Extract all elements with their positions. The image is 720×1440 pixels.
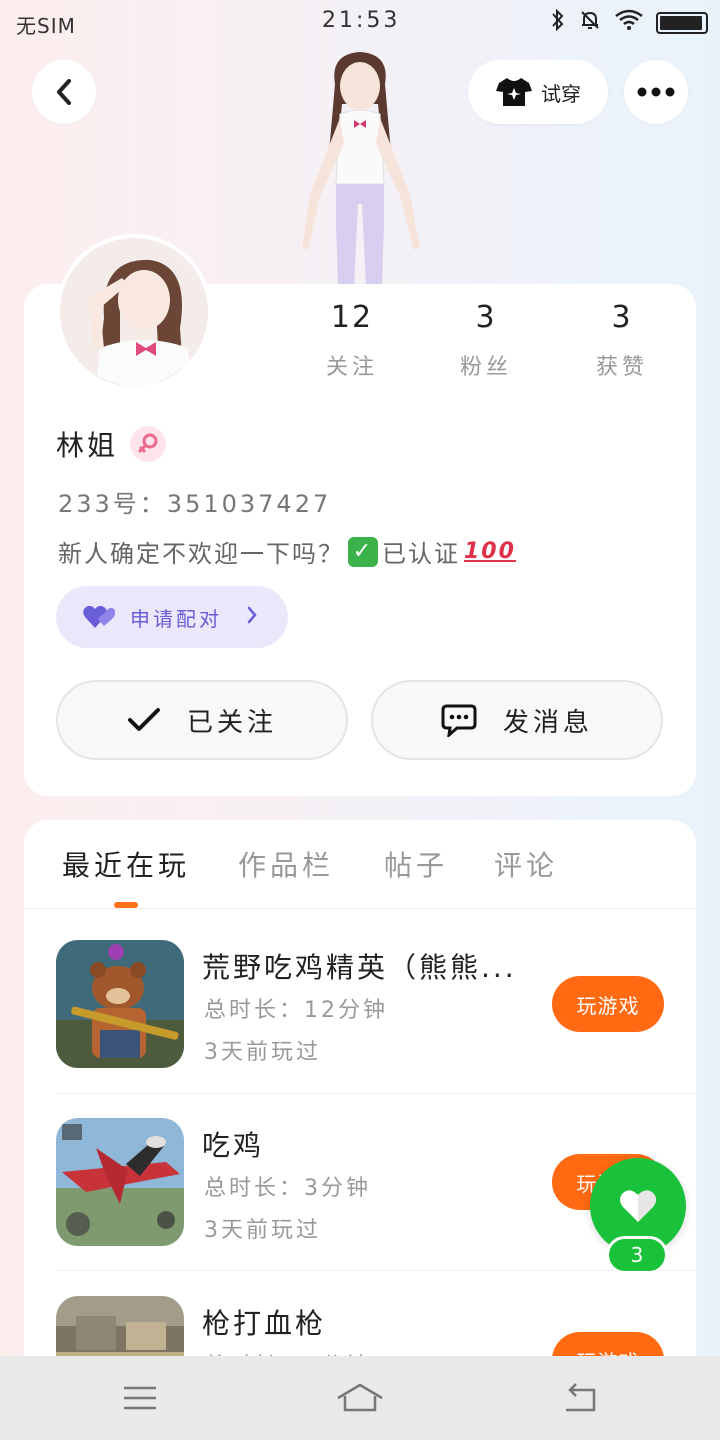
chevron-right-icon bbox=[246, 605, 258, 630]
stat-following-label: 关注 bbox=[325, 355, 378, 380]
stat-followers-label: 粉丝 bbox=[459, 355, 512, 380]
tab-divider bbox=[24, 908, 696, 909]
status-bar: 无SIM 21:53 bbox=[0, 0, 720, 46]
carrier-label: 无SIM bbox=[16, 14, 76, 38]
chat-bubble-icon bbox=[441, 704, 477, 737]
game-last-played: 3天前玩过 bbox=[204, 1040, 321, 1065]
send-message-button[interactable]: 发消息 bbox=[371, 680, 663, 760]
stat-following-value: 12 bbox=[330, 300, 374, 335]
avatar-character-figure bbox=[280, 44, 440, 286]
more-options-button[interactable] bbox=[624, 60, 688, 124]
game-title: 枪打血枪 bbox=[202, 1307, 327, 1340]
following-label: 已关注 bbox=[186, 707, 277, 738]
bio-text: 新人确定不欢迎一下吗？ bbox=[58, 540, 344, 568]
game-thumbnail bbox=[56, 1118, 184, 1246]
tab-bar: 最近在玩 作品栏 帖子 评论 bbox=[24, 820, 696, 908]
clock: 21:53 bbox=[322, 8, 401, 33]
battery-icon bbox=[656, 11, 708, 34]
stat-following[interactable]: 12 关注 bbox=[292, 300, 412, 381]
send-message-label: 发消息 bbox=[502, 707, 593, 738]
tab-works[interactable]: 作品栏 bbox=[238, 844, 334, 884]
bio-badge: 已认证 bbox=[382, 540, 460, 568]
name-row: 林姐 bbox=[56, 424, 167, 464]
menu-icon[interactable] bbox=[110, 1376, 170, 1420]
tshirt-icon bbox=[496, 78, 532, 106]
hundred-points-icon: 100 bbox=[464, 539, 516, 564]
stat-likes[interactable]: 3 获赞 bbox=[562, 300, 682, 381]
checkmark-icon bbox=[127, 708, 160, 731]
following-button[interactable]: 已关注 bbox=[56, 680, 348, 760]
try-on-button[interactable]: 试穿 bbox=[468, 60, 608, 124]
like-count-badge: 3 bbox=[606, 1236, 668, 1274]
bio: 新人确定不欢迎一下吗？ ✓ 已认证 100 bbox=[58, 534, 516, 569]
more-dots-icon bbox=[637, 87, 675, 97]
user-id: 233号：351037427 bbox=[58, 490, 332, 518]
profile-name: 林姐 bbox=[56, 429, 119, 462]
system-nav-bar bbox=[0, 1356, 720, 1440]
apply-pair-label: 申请配对 bbox=[130, 606, 222, 631]
stat-followers[interactable]: 3 粉丝 bbox=[426, 300, 546, 381]
female-icon bbox=[130, 426, 167, 462]
row-divider bbox=[56, 1270, 696, 1271]
stat-likes-label: 获赞 bbox=[595, 355, 648, 380]
bluetooth-icon bbox=[550, 8, 566, 37]
play-game-button[interactable]: 玩游戏 bbox=[552, 976, 664, 1032]
home-icon[interactable] bbox=[330, 1376, 390, 1420]
double-heart-icon bbox=[83, 605, 116, 628]
stat-followers-value: 3 bbox=[475, 300, 497, 335]
game-last-played: 3天前玩过 bbox=[204, 1218, 321, 1243]
game-thumbnail bbox=[56, 940, 184, 1068]
stat-likes-value: 3 bbox=[611, 300, 633, 335]
mute-bell-icon bbox=[578, 8, 602, 37]
game-list-item[interactable]: 荒野吃鸡精英（熊熊... 总时长：12分钟 3天前玩过 玩游戏 bbox=[56, 940, 664, 1068]
game-duration: 总时长：12分钟 bbox=[204, 998, 388, 1023]
game-title: 荒野吃鸡精英（熊熊... bbox=[202, 951, 517, 984]
game-title: 吃鸡 bbox=[202, 1129, 265, 1162]
apply-pair-button[interactable]: 申请配对 bbox=[56, 586, 288, 648]
back-nav-icon[interactable] bbox=[550, 1376, 610, 1420]
heart-icon bbox=[620, 1190, 656, 1222]
tab-posts[interactable]: 帖子 bbox=[384, 844, 448, 884]
game-duration: 总时长：3分钟 bbox=[204, 1176, 371, 1201]
tab-recently-played[interactable]: 最近在玩 bbox=[62, 844, 190, 884]
tab-comments[interactable]: 评论 bbox=[494, 844, 558, 884]
status-icons bbox=[550, 8, 708, 37]
chevron-left-icon bbox=[57, 79, 71, 105]
wifi-icon bbox=[614, 8, 644, 37]
avatar[interactable] bbox=[56, 234, 212, 390]
back-button[interactable] bbox=[32, 60, 96, 124]
battery-level-fill bbox=[660, 15, 702, 30]
check-mark-icon: ✓ bbox=[348, 536, 378, 567]
game-list-item[interactable]: 吃鸡 总时长：3分钟 3天前玩过 玩游戏 bbox=[56, 1118, 664, 1246]
try-on-label: 试穿 bbox=[541, 81, 581, 106]
row-divider bbox=[56, 1093, 696, 1094]
